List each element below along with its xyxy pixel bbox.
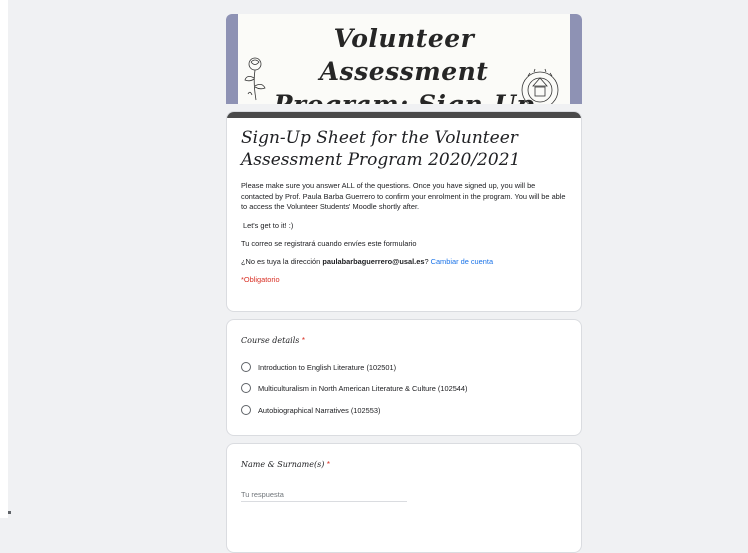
- required-note: *Obligatorio: [241, 274, 280, 284]
- banner-side-left: [226, 14, 238, 104]
- scroll-marker: [8, 511, 11, 514]
- form-column: Volunteer Assessment Program: Sign-Up: [226, 14, 582, 553]
- required-star: *: [326, 460, 331, 469]
- question-card-course: Course details * Introduction to English…: [226, 319, 582, 436]
- account-prefix: ¿No es tuya la dirección: [241, 256, 323, 266]
- switch-account-link[interactable]: Cambiar de cuenta: [431, 257, 493, 266]
- course-option-intro-english-lit[interactable]: Introduction to English Literature (1025…: [241, 360, 396, 374]
- form-title: Sign-Up Sheet for the Volunteer Assessme…: [241, 128, 521, 170]
- question-label-text: Course details: [241, 336, 300, 345]
- university-seal-icon: [521, 68, 559, 104]
- title-accent-bar: [227, 112, 581, 118]
- course-option-autobiographical[interactable]: Autobiographical Narratives (102553): [241, 403, 380, 417]
- question-label-text: Name & Surname(s): [241, 460, 325, 469]
- question-card-name: Name & Surname(s) *: [226, 443, 582, 553]
- header-banner: Volunteer Assessment Program: Sign-Up: [226, 14, 582, 104]
- banner-title: Volunteer Assessment Program: Sign-Up: [274, 24, 534, 104]
- required-star: *: [301, 336, 306, 345]
- course-option-multiculturalism[interactable]: Multiculturalism in North American Liter…: [241, 381, 468, 395]
- left-edge-strip: [0, 0, 8, 518]
- radio-button[interactable]: [241, 362, 251, 372]
- name-answer-input[interactable]: [241, 487, 407, 502]
- account-email: paulabarbaguerrero@usal.es: [322, 256, 425, 266]
- rose-drawing-icon: [244, 57, 266, 101]
- banner-side-right: [570, 14, 582, 104]
- radio-button[interactable]: [241, 405, 251, 415]
- greeting-text: Let's get to it! :): [243, 220, 294, 230]
- question-label-name: Name & Surname(s) *: [241, 460, 330, 469]
- option-label: Autobiographical Narratives (102553): [258, 405, 381, 415]
- question-label-course: Course details *: [241, 336, 305, 345]
- account-notice: ¿No es tuya la dirección paulabarbaguerr…: [241, 257, 567, 267]
- form-description: Please make sure you answer ALL of the q…: [241, 181, 566, 211]
- option-label: Multiculturalism in North American Liter…: [258, 383, 468, 393]
- option-label: Introduction to English Literature (1025…: [258, 362, 397, 372]
- email-notice: Tu correo se registrará cuando envíes es…: [241, 238, 417, 248]
- form-title-card: Sign-Up Sheet for the Volunteer Assessme…: [226, 111, 582, 312]
- radio-button[interactable]: [241, 383, 251, 393]
